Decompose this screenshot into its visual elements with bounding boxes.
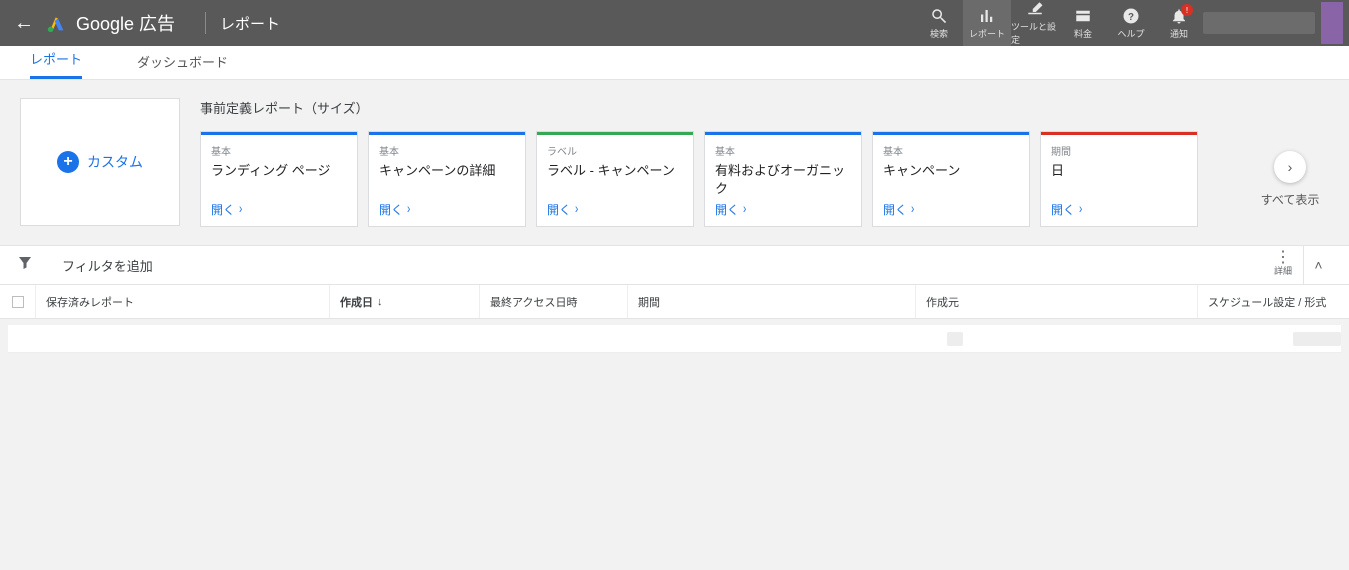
help-label: ヘルプ <box>1117 27 1144 40</box>
page-title: レポート <box>220 13 915 34</box>
card-category: 基本 <box>211 143 347 158</box>
col-period[interactable]: 期間 <box>628 285 916 318</box>
card-category: ラベル <box>547 143 683 158</box>
card-stripe <box>201 132 357 135</box>
kebab-icon: ⋮ <box>1275 254 1291 262</box>
col-last-access[interactable]: 最終アクセス日時 <box>480 285 628 318</box>
card-category: 基本 <box>715 143 851 158</box>
col-saved-report[interactable]: 保存済みレポート <box>36 285 330 318</box>
details-menu[interactable]: ⋮ 詳細 <box>1263 254 1303 277</box>
card-category: 期間 <box>1051 143 1187 158</box>
predefined-card[interactable]: 基本ランディング ページ開く› <box>200 131 358 227</box>
chevron-right-icon: › <box>407 202 410 217</box>
chevron-right-icon: › <box>1079 202 1082 217</box>
tools-label: ツールと設定 <box>1011 20 1059 46</box>
divider <box>205 12 206 34</box>
account-name-placeholder[interactable] <box>1203 12 1315 34</box>
card-category: 基本 <box>883 143 1019 158</box>
card-title: キャンペーンの詳細 <box>379 162 515 201</box>
card-title: 日 <box>1051 162 1187 201</box>
collapse-panel-button[interactable]: ˄ <box>1303 246 1333 284</box>
predefined-card[interactable]: 基本キャンペーンの詳細開く› <box>368 131 526 227</box>
card-stripe <box>369 132 525 135</box>
avatar[interactable] <box>1321 2 1343 44</box>
col-creator[interactable]: 作成元 <box>916 285 1198 318</box>
card-title: ラベル - キャンペーン <box>547 162 683 201</box>
billing-label: 料金 <box>1074 27 1092 40</box>
notifications-icon[interactable]: ! 通知 <box>1155 0 1203 46</box>
cell-placeholder <box>947 332 963 346</box>
chevron-right-icon: › <box>575 202 578 217</box>
details-label: 詳細 <box>1274 264 1292 277</box>
card-open-link[interactable]: 開く› <box>379 201 515 218</box>
card-open-link[interactable]: 開く› <box>883 201 1019 218</box>
reports-icon[interactable]: レポート <box>963 0 1011 46</box>
sort-desc-icon: ↓ <box>377 296 383 308</box>
card-open-link[interactable]: 開く› <box>1051 201 1187 218</box>
billing-icon[interactable]: 料金 <box>1059 0 1107 46</box>
card-stripe <box>537 132 693 135</box>
table-row[interactable] <box>8 325 1341 353</box>
custom-report-button[interactable]: + カスタム <box>20 98 180 226</box>
chevron-right-icon: › <box>239 202 242 217</box>
col-created-label: 作成日 <box>340 294 373 310</box>
card-title: キャンペーン <box>883 162 1019 201</box>
card-stripe <box>705 132 861 135</box>
card-open-link[interactable]: 開く› <box>211 201 347 218</box>
select-all-checkbox[interactable] <box>12 296 24 308</box>
card-category: 基本 <box>379 143 515 158</box>
tools-icon[interactable]: ツールと設定 <box>1011 0 1059 46</box>
predefined-card[interactable]: 基本有料およびオーガニック開く› <box>704 131 862 227</box>
card-open-link[interactable]: 開く› <box>547 201 683 218</box>
plus-icon: + <box>57 151 79 173</box>
tab-reports[interactable]: レポート <box>30 49 82 79</box>
back-button[interactable]: ← <box>12 12 36 35</box>
svg-text:?: ? <box>1128 11 1134 22</box>
help-icon[interactable]: ? ヘルプ <box>1107 0 1155 46</box>
card-title: 有料およびオーガニック <box>715 162 851 201</box>
card-title: ランディング ページ <box>211 162 347 201</box>
chevron-right-icon: › <box>911 202 914 217</box>
next-cards-button[interactable]: › <box>1274 151 1306 183</box>
tab-dashboards[interactable]: ダッシュボード <box>137 52 228 79</box>
notif-label: 通知 <box>1170 27 1188 40</box>
predefined-card[interactable]: 基本キャンペーン開く› <box>872 131 1030 227</box>
show-all-link[interactable]: すべて表示 <box>1255 191 1325 208</box>
card-stripe <box>873 132 1029 135</box>
reports-label: レポート <box>969 27 1005 40</box>
cell-placeholder <box>1293 332 1341 346</box>
predefined-section-title: 事前定義レポート（サイズ） <box>200 98 1325 117</box>
search-icon[interactable]: 検索 <box>915 0 963 46</box>
search-label: 検索 <box>930 27 948 40</box>
col-schedule[interactable]: スケジュール設定 / 形式 <box>1198 285 1349 318</box>
card-stripe <box>1041 132 1197 135</box>
notification-badge: ! <box>1181 4 1193 16</box>
predefined-card[interactable]: ラベルラベル - キャンペーン開く› <box>536 131 694 227</box>
brand-title: Google 広告 <box>76 10 175 36</box>
add-filter-link[interactable]: フィルタを追加 <box>62 256 1263 275</box>
google-ads-logo <box>46 12 68 34</box>
chevron-right-icon: › <box>743 202 746 217</box>
card-open-link[interactable]: 開く› <box>715 201 851 218</box>
filter-icon[interactable] <box>16 254 34 277</box>
predefined-card[interactable]: 期間日開く› <box>1040 131 1198 227</box>
custom-label: カスタム <box>87 152 143 172</box>
col-created[interactable]: 作成日 ↓ <box>330 285 480 318</box>
